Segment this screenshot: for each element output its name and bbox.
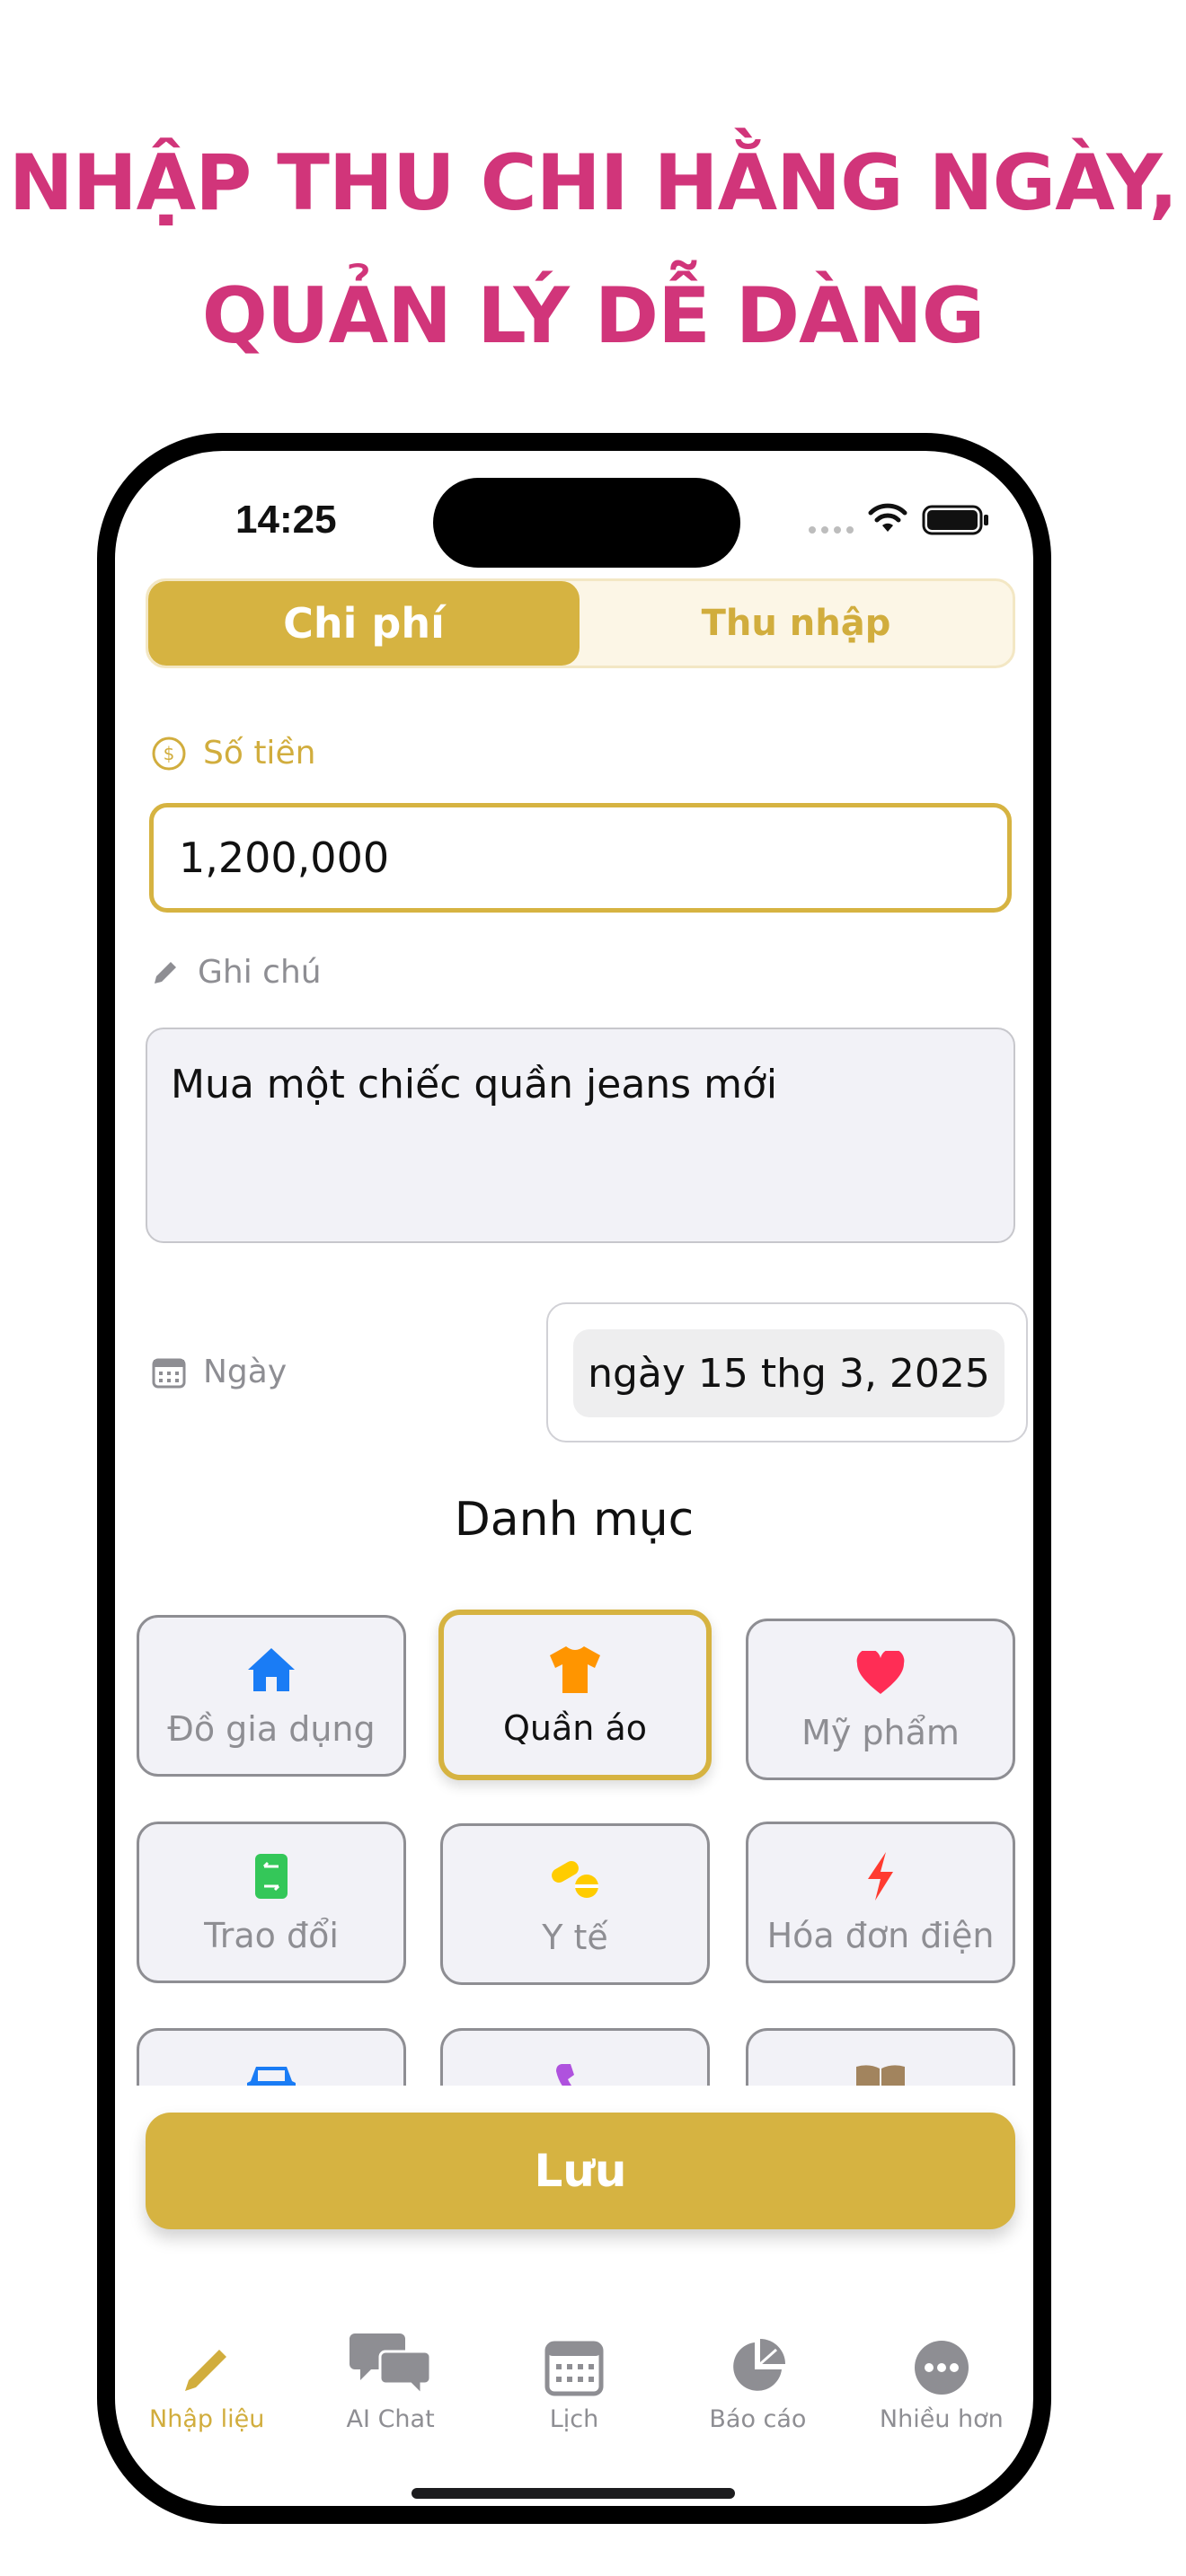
date-label-text: Ngày xyxy=(203,1354,288,1390)
tab-label: Nhập liệu xyxy=(149,2405,265,2433)
category-label: Hóa đơn điện xyxy=(766,1916,995,1955)
tab-calendar[interactable]: Lịch xyxy=(482,2328,666,2454)
category-label: Đồ gia dụng xyxy=(167,1709,376,1749)
tab-report[interactable]: Báo cáo xyxy=(666,2328,849,2454)
expense-tab[interactable]: Chi phí xyxy=(148,581,580,666)
headline-line-2: QUẢN LÝ DỄ DÀNG xyxy=(201,271,986,361)
category-exchange[interactable]: Trao đổi xyxy=(137,1822,406,1983)
status-time: 14:25 xyxy=(235,498,337,542)
date-value[interactable]: ngày 15 thg 3, 2025 xyxy=(573,1329,1005,1417)
category-cosmetics[interactable]: Mỹ phẩm xyxy=(746,1619,1015,1780)
pills-icon xyxy=(552,1861,598,1898)
battery-icon xyxy=(922,505,988,535)
category-label: Y tế xyxy=(542,1918,608,1957)
wifi-icon xyxy=(868,503,907,532)
home-indicator[interactable] xyxy=(412,2488,735,2499)
save-button[interactable]: Lưu xyxy=(146,2113,1015,2229)
category-label: Quần áo xyxy=(503,1708,647,1748)
calendar-icon xyxy=(152,1358,186,1388)
category-grid: Đồ gia dụng Quần áo Mỹ phẩm Trao đổi Y t… xyxy=(115,1601,1033,2086)
pencil-icon xyxy=(185,2350,227,2391)
date-picker[interactable]: ngày 15 thg 3, 2025 xyxy=(546,1302,1028,1442)
tab-input[interactable]: Nhập liệu xyxy=(115,2328,298,2454)
exchange-icon xyxy=(255,1854,288,1899)
pie-chart-icon xyxy=(733,2339,786,2391)
tshirt-icon xyxy=(550,1646,600,1693)
category-electric-bill[interactable]: Hóa đơn điện xyxy=(746,1822,1015,1983)
category-medical[interactable]: Y tế xyxy=(440,1823,710,1985)
note-textarea[interactable]: Mua một chiếc quần jeans mới xyxy=(146,1028,1015,1243)
headline-line-1: NHẬP THU CHI HẰNG NGÀY, xyxy=(8,138,1179,228)
book-icon xyxy=(856,2065,905,2086)
chat-bubbles-icon xyxy=(349,2333,432,2396)
signal-dots-icon xyxy=(809,526,854,534)
car-icon xyxy=(247,2067,296,2086)
calendar-icon xyxy=(544,2341,604,2396)
tab-label: AI Chat xyxy=(346,2405,435,2433)
more-icon xyxy=(914,2341,969,2395)
category-label: Trao đổi xyxy=(204,1916,339,1955)
house-icon xyxy=(248,1648,295,1691)
dynamic-island xyxy=(433,478,740,568)
tab-label: Nhiều hơn xyxy=(879,2405,1004,2433)
amount-label-text: Số tiền xyxy=(203,735,316,772)
category-clothes[interactable]: Quần áo xyxy=(438,1610,712,1780)
category-transport[interactable] xyxy=(137,2028,406,2086)
tab-label: Lịch xyxy=(549,2405,599,2433)
category-title: Danh mục xyxy=(454,1493,695,1547)
note-label: Ghi chú xyxy=(149,954,322,991)
dollar-circle-icon: $ xyxy=(152,737,186,770)
amount-label: $ Số tiền xyxy=(151,735,315,772)
category-phone[interactable] xyxy=(440,2028,710,2086)
note-label-text: Ghi chú xyxy=(198,954,322,991)
pencil-icon xyxy=(155,961,176,984)
category-household[interactable]: Đồ gia dụng xyxy=(137,1615,406,1777)
date-label: Ngày xyxy=(151,1354,287,1390)
phone-frame: 14:25 Chi phí Thu nhập $ Số tiền 1,200,0… xyxy=(97,433,1051,2524)
tab-label: Báo cáo xyxy=(709,2405,807,2433)
category-education[interactable] xyxy=(746,2028,1015,2086)
tab-ai-chat[interactable]: AI Chat xyxy=(298,2328,482,2454)
promo-headline: NHẬP THU CHI HẰNG NGÀY, QUẢN LÝ DỄ DÀNG xyxy=(0,117,1186,383)
heart-icon xyxy=(856,1651,905,1694)
bolt-icon xyxy=(868,1852,893,1901)
income-tab[interactable]: Thu nhập xyxy=(580,581,1013,666)
tab-more[interactable]: Nhiều hơn xyxy=(850,2328,1033,2454)
amount-input[interactable]: 1,200,000 xyxy=(149,803,1012,913)
type-segmented-control: Chi phí Thu nhập xyxy=(146,578,1015,668)
category-label: Mỹ phẩm xyxy=(801,1713,960,1752)
phone-icon xyxy=(556,2064,584,2086)
svg-text:$: $ xyxy=(164,743,175,764)
tab-bar: Nhập liệu AI Chat Lịch Báo cáo Nhiều hơn xyxy=(115,2328,1033,2454)
